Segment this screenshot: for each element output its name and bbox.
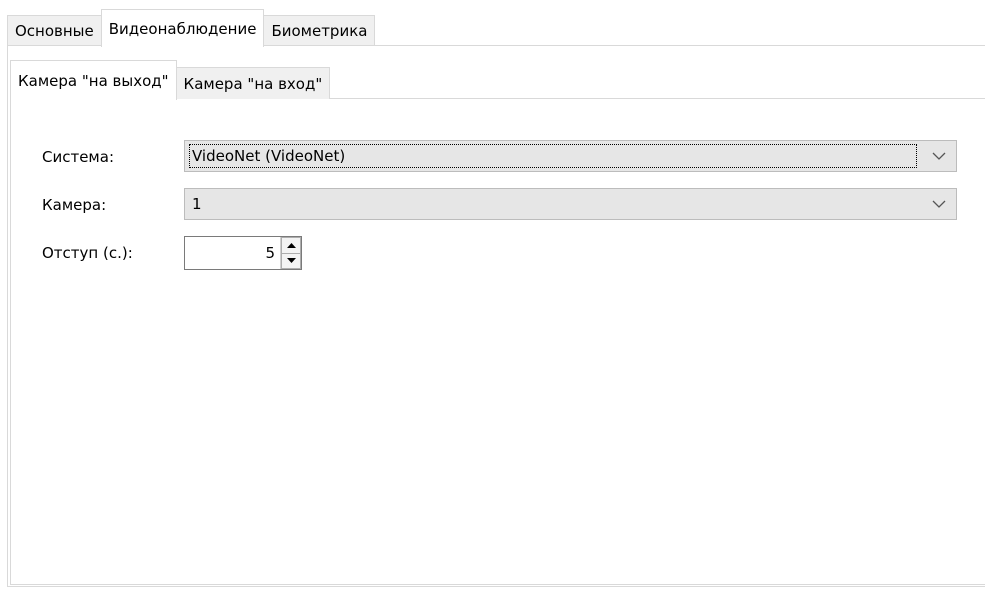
tab-basic[interactable]: Основные bbox=[7, 15, 102, 46]
camera-dropdown[interactable]: 1 bbox=[184, 188, 957, 220]
tab-biometrics[interactable]: Биометрика bbox=[263, 15, 376, 46]
chevron-down-icon[interactable] bbox=[922, 141, 956, 171]
tab-entry-camera[interactable]: Камера "на вход" bbox=[175, 67, 331, 99]
video-surveillance-settings: Основные Видеонаблюдение Биометрика Каме… bbox=[0, 0, 985, 592]
inner-tab-strip: Камера "на выход" Камера "на вход" bbox=[10, 59, 331, 100]
tab-exit-camera[interactable]: Камера "на выход" bbox=[10, 60, 177, 100]
stepper-buttons bbox=[280, 237, 301, 269]
system-value: VideoNet (VideoNet) bbox=[189, 144, 917, 168]
arrow-down-icon[interactable] bbox=[281, 253, 301, 269]
camera-value: 1 bbox=[192, 195, 202, 213]
tab-video-surveillance[interactable]: Видеонаблюдение bbox=[100, 9, 265, 47]
offset-value[interactable]: 5 bbox=[185, 237, 280, 269]
outer-tab-strip: Основные Видеонаблюдение Биометрика bbox=[7, 8, 376, 47]
offset-label: Отступ (с.): bbox=[42, 244, 133, 262]
camera-label: Камера: bbox=[42, 196, 107, 214]
chevron-down-icon[interactable] bbox=[922, 189, 956, 219]
arrow-up-icon[interactable] bbox=[281, 237, 301, 254]
system-dropdown[interactable]: VideoNet (VideoNet) bbox=[184, 140, 957, 172]
system-label: Система: bbox=[42, 148, 114, 166]
offset-stepper[interactable]: 5 bbox=[184, 236, 302, 270]
